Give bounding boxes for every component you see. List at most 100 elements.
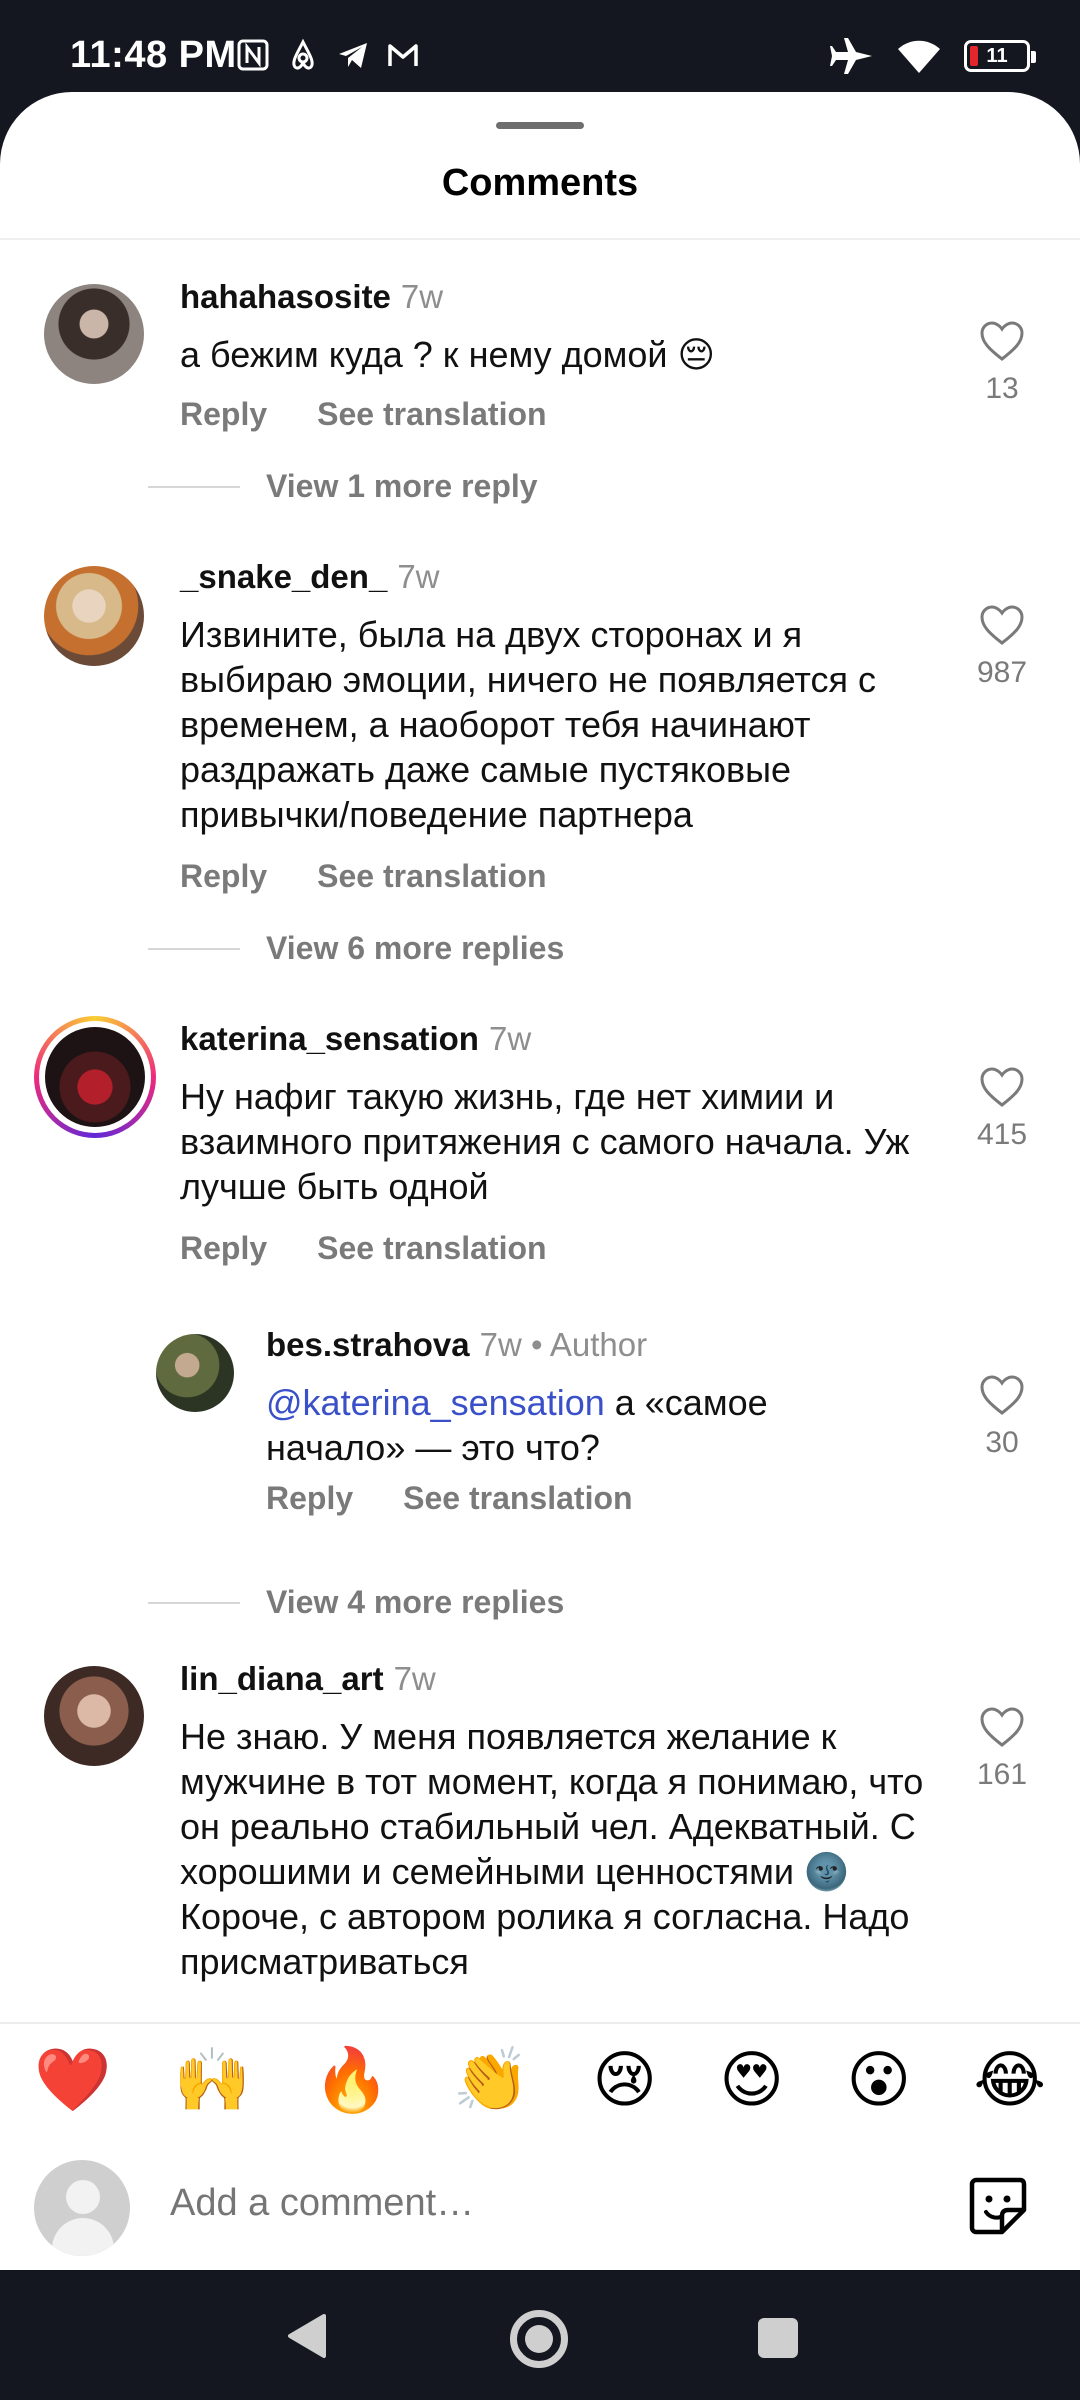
- comment-text: Ну нафиг такую жизнь, где нет химии и вз…: [180, 1076, 910, 1207]
- comment-header: _snake_den_ 7w: [180, 558, 440, 596]
- battery-fill: [970, 46, 978, 66]
- like-button[interactable]: 30: [960, 1374, 1044, 1460]
- comment-username[interactable]: lin_diana_art: [180, 1660, 384, 1697]
- comments-list[interactable]: hahahasosite 7w а бежим куда ? к нему дом…: [0, 240, 1080, 2112]
- replies-divider: [148, 947, 240, 950]
- comment-actions: Reply See translation: [180, 396, 547, 433]
- nfc-icon: [236, 38, 270, 72]
- wifi-icon: [898, 40, 940, 73]
- reply-actions: Reply See translation: [266, 1480, 633, 1517]
- heart-icon: [980, 1375, 1024, 1415]
- comment-input-bar: [0, 2160, 1080, 2270]
- status-time: 11:48 PM: [70, 34, 237, 76]
- comment-text: а бежим куда ? к нему домой 😔: [180, 334, 716, 375]
- comments-sheet: Comments hahahasosite 7w а бежим куда ? к…: [0, 92, 1080, 2270]
- avatar[interactable]: [156, 1334, 234, 1412]
- emoji-heart[interactable]: ❤️: [34, 2050, 111, 2112]
- comment-text: Извините, была на двух сторонах и я выби…: [180, 614, 877, 835]
- comment-header: katerina_sensation 7w: [180, 1020, 531, 1058]
- emoji-fire[interactable]: 🔥: [313, 2050, 390, 2112]
- emoji-laugh[interactable]: 😂: [973, 2050, 1045, 2112]
- reply-time: 7w: [479, 1326, 522, 1363]
- reply-button[interactable]: Reply: [180, 1230, 267, 1267]
- see-translation-button[interactable]: See translation: [403, 1480, 632, 1517]
- user-avatar: [34, 2160, 130, 2256]
- like-count: 987: [976, 656, 1028, 689]
- like-button[interactable]: 161: [960, 1706, 1044, 1792]
- emoji-raised-hands[interactable]: 🙌: [174, 2050, 251, 2112]
- sticker-icon[interactable]: [966, 2174, 1030, 2238]
- like-button[interactable]: 13: [960, 320, 1044, 406]
- comment-actions: Reply See translation: [180, 858, 547, 895]
- comment-username[interactable]: hahahasosite: [180, 278, 391, 315]
- comment-time: 7w: [393, 1660, 436, 1697]
- comment-time: 7w: [397, 558, 440, 595]
- emoji-quick-bar: ❤️ 🙌 🔥 👏 😢 😍 😮 😂: [0, 2050, 1080, 2112]
- comment-username[interactable]: _snake_den_: [180, 558, 387, 595]
- like-count: 30: [985, 1426, 1019, 1459]
- system-nav-bar: [0, 2270, 1080, 2400]
- airplane-mode-icon: [830, 38, 872, 74]
- replies-divider: [148, 485, 240, 488]
- comment-actions: Reply See translation: [180, 1230, 547, 1267]
- like-count: 415: [976, 1118, 1028, 1151]
- comment-time: 7w: [400, 278, 444, 315]
- see-translation-button[interactable]: See translation: [317, 858, 546, 895]
- airbnb-icon: [286, 38, 320, 72]
- home-icon[interactable]: [510, 2310, 568, 2368]
- see-translation-button[interactable]: See translation: [317, 396, 546, 433]
- heart-icon: [980, 321, 1024, 361]
- like-button[interactable]: 415: [960, 1066, 1044, 1152]
- avatar: [45, 1027, 145, 1127]
- comment-header: hahahasosite 7w: [180, 278, 443, 316]
- sheet-title: Comments: [441, 162, 639, 204]
- notification-icons: [236, 38, 420, 72]
- view-replies-button[interactable]: View 4 more replies: [148, 1584, 564, 1621]
- recents-icon[interactable]: [758, 2318, 798, 2358]
- like-button[interactable]: 987: [960, 604, 1044, 690]
- view-replies-label: View 4 more replies: [266, 1584, 565, 1620]
- avatar[interactable]: [44, 1666, 144, 1766]
- avatar-body-shape: [52, 2218, 114, 2256]
- reply-button[interactable]: Reply: [180, 858, 267, 895]
- author-tag: • Author: [530, 1326, 648, 1363]
- replies-divider: [148, 1601, 240, 1604]
- view-replies-button[interactable]: View 1 more reply: [148, 468, 538, 505]
- like-count: 13: [985, 372, 1019, 405]
- avatar-head-shape: [66, 2180, 100, 2214]
- view-replies-label: View 1 more reply: [266, 468, 538, 504]
- reply-button[interactable]: Reply: [180, 396, 267, 433]
- reply-button[interactable]: Reply: [266, 1480, 353, 1517]
- heart-icon: [980, 1707, 1024, 1747]
- reply-header: bes.strahova 7w • Author: [266, 1326, 647, 1364]
- emoji-bar-divider: [0, 2022, 1080, 2024]
- mention-link[interactable]: @katerina_sensation: [266, 1382, 605, 1423]
- battery-icon: 11: [964, 40, 1036, 72]
- comment-header: lin_diana_art 7w: [180, 1660, 436, 1698]
- battery-level: 11: [986, 44, 1008, 67]
- avatar[interactable]: [44, 566, 144, 666]
- comment-text: Не знаю. У меня появляется желание к муж…: [180, 1716, 924, 1982]
- emoji-cry[interactable]: 😢: [592, 2050, 657, 2112]
- comment-input[interactable]: [170, 2182, 930, 2225]
- comment-username[interactable]: katerina_sensation: [180, 1020, 479, 1057]
- emoji-heart-eyes[interactable]: 😍: [719, 2050, 784, 2112]
- telegram-icon: [336, 38, 370, 72]
- avatar[interactable]: [44, 284, 144, 384]
- story-ring[interactable]: [34, 1016, 156, 1138]
- drag-handle[interactable]: [496, 122, 584, 129]
- view-replies-button[interactable]: View 6 more replies: [148, 930, 564, 967]
- gmail-icon: [386, 38, 420, 72]
- view-replies-label: View 6 more replies: [266, 930, 565, 966]
- emoji-clap[interactable]: 👏: [453, 2050, 530, 2112]
- heart-icon: [980, 605, 1024, 645]
- reply-text: @katerina_sensation а «самое начало» — э…: [266, 1380, 906, 1470]
- reply-username[interactable]: bes.strahova: [266, 1326, 470, 1363]
- comment-time: 7w: [488, 1020, 532, 1057]
- heart-icon: [980, 1067, 1024, 1107]
- like-count: 161: [976, 1758, 1028, 1791]
- see-translation-button[interactable]: See translation: [317, 1230, 546, 1267]
- system-icons: 11: [830, 36, 1036, 76]
- back-icon[interactable]: [284, 2312, 328, 2360]
- emoji-wow[interactable]: 😮: [846, 2050, 911, 2112]
